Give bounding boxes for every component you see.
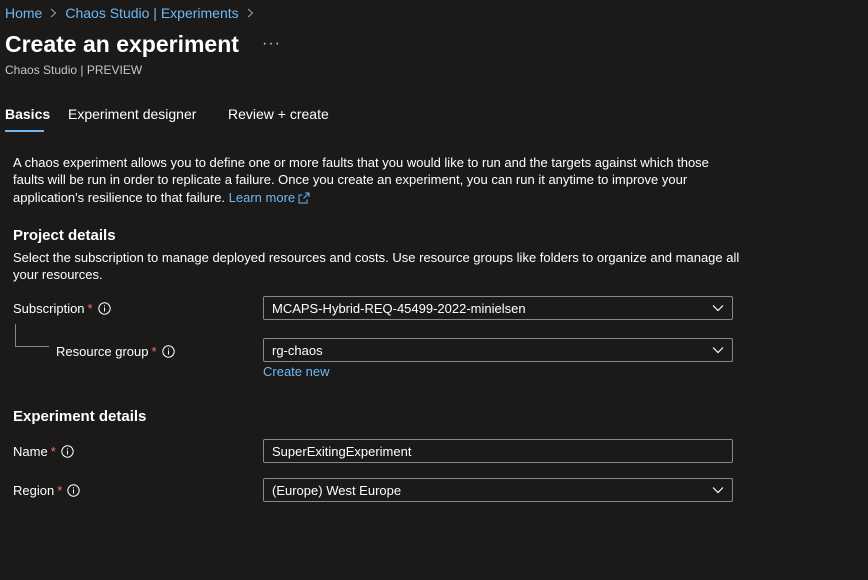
resource-group-dropdown[interactable]: rg-chaos	[263, 338, 733, 362]
required-marker: *	[57, 483, 63, 498]
chevron-right-icon	[50, 8, 57, 18]
required-marker: *	[50, 444, 56, 459]
required-marker: *	[151, 344, 157, 359]
tab-experiment-designer[interactable]: Experiment designer	[68, 106, 196, 122]
tab-basics[interactable]: Basics	[5, 106, 50, 122]
learn-more-label: Learn more	[228, 189, 296, 205]
region-label-text: Region	[13, 483, 55, 498]
tree-connector-horizontal	[15, 346, 49, 347]
page-title: Create an experiment	[5, 31, 239, 57]
tab-active-indicator	[5, 130, 44, 132]
name-label-text: Name	[13, 444, 48, 459]
chevron-down-icon	[712, 346, 724, 354]
name-input-value: SuperExitingExperiment	[272, 443, 412, 459]
required-marker: *	[87, 301, 93, 316]
info-icon[interactable]	[97, 302, 111, 315]
chevron-right-icon	[247, 8, 254, 18]
info-icon[interactable]	[61, 445, 74, 458]
region-value: (Europe) West Europe	[272, 482, 402, 498]
create-new-link[interactable]: Create new	[263, 364, 329, 379]
breadcrumb-chaos-studio-experiments[interactable]: Chaos Studio | Experiments	[65, 5, 238, 21]
chevron-down-icon	[712, 304, 724, 312]
region-label: Region *	[13, 483, 80, 498]
external-link-icon	[298, 191, 310, 208]
page-subtitle: Chaos Studio | PREVIEW	[5, 63, 143, 77]
region-dropdown[interactable]: (Europe) West Europe	[263, 478, 733, 502]
chevron-down-icon	[712, 486, 724, 494]
subscription-dropdown[interactable]: MCAPS-Hybrid-REQ-45499-2022-minielsen	[263, 296, 733, 320]
tree-connector-vertical	[15, 324, 16, 346]
tab-review-create[interactable]: Review + create	[228, 106, 329, 122]
name-input[interactable]: SuperExitingExperiment	[263, 439, 733, 463]
subscription-value: MCAPS-Hybrid-REQ-45499-2022-minielsen	[272, 300, 526, 316]
info-icon[interactable]	[67, 484, 80, 497]
info-icon[interactable]	[161, 345, 175, 358]
resource-group-label: Resource group *	[56, 344, 175, 359]
project-details-heading: Project details	[13, 227, 116, 244]
subscription-label: Subscription *	[13, 301, 111, 316]
intro-description: A chaos experiment allows you to define …	[13, 155, 709, 205]
resource-group-label-text: Resource group	[56, 344, 149, 359]
learn-more-link[interactable]: Learn more	[229, 190, 310, 205]
name-label: Name *	[13, 444, 74, 459]
breadcrumb-home[interactable]: Home	[5, 5, 42, 21]
subscription-label-text: Subscription	[13, 301, 85, 316]
project-details-description: Select the subscription to manage deploy…	[13, 250, 740, 283]
experiment-details-heading: Experiment details	[13, 408, 147, 425]
intro-text: A chaos experiment allows you to define …	[13, 154, 733, 208]
more-options-button[interactable]: ···	[262, 36, 281, 52]
resource-group-value: rg-chaos	[272, 342, 323, 358]
breadcrumb: Home Chaos Studio | Experiments	[5, 4, 262, 22]
